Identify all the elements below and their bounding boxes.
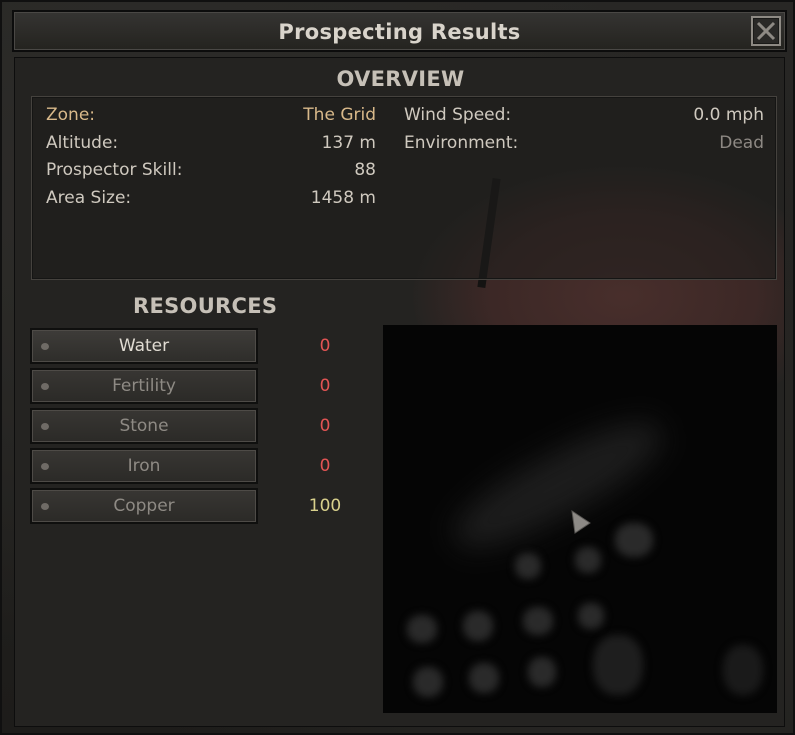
prospector-skill-label: Prospector Skill: xyxy=(46,160,183,180)
player-arrow-icon xyxy=(571,509,591,534)
map-structure xyxy=(413,667,443,697)
overview-row-prospector-skill: Prospector Skill: 88 xyxy=(46,160,376,188)
prospect-minimap[interactable] xyxy=(383,325,777,713)
wind-speed-label: Wind Speed: xyxy=(404,105,512,125)
map-structure xyxy=(469,663,499,693)
resource-button-copper[interactable]: Copper xyxy=(30,488,258,524)
resource-label: Iron xyxy=(127,456,161,476)
altitude-value: 137 m xyxy=(321,132,376,153)
map-structure xyxy=(615,523,653,557)
overview-right-column: Wind Speed: 0.0 mph Environment: Dead xyxy=(404,105,764,160)
overview-title: OVERVIEW xyxy=(336,67,465,91)
resource-label: Copper xyxy=(113,496,175,516)
resources-title: RESOURCES xyxy=(133,294,278,318)
resource-label: Fertility xyxy=(112,376,176,396)
resource-value-iron: 0 xyxy=(319,456,331,476)
resource-button-stone[interactable]: Stone xyxy=(30,408,258,444)
resource-value-copper: 100 xyxy=(308,496,342,516)
wind-speed-value: 0.0 mph xyxy=(693,105,764,125)
prospecting-results-window: Prospecting Results OVERVIEW Zone: The G… xyxy=(0,0,795,735)
overview-row-zone: Zone: The Grid xyxy=(46,105,376,133)
map-structure xyxy=(528,657,556,687)
environment-label: Environment: xyxy=(404,132,519,153)
zone-label: Zone: xyxy=(46,105,96,125)
map-structure xyxy=(515,553,541,579)
map-structure xyxy=(575,547,601,573)
map-structure xyxy=(523,607,553,635)
close-button[interactable] xyxy=(751,16,781,46)
map-terrain-patch xyxy=(593,635,643,695)
resource-label: Stone xyxy=(119,416,169,436)
map-structure xyxy=(578,603,604,629)
map-terrain-patch xyxy=(723,645,763,695)
zone-value: The Grid xyxy=(303,105,376,125)
environment-value: Dead xyxy=(719,132,764,153)
overview-left-column: Zone: The Grid Altitude: 137 m Prospecto… xyxy=(46,105,376,215)
overview-box: Zone: The Grid Altitude: 137 m Prospecto… xyxy=(31,96,777,280)
map-structure xyxy=(463,611,493,641)
area-size-label: Area Size: xyxy=(46,187,132,208)
resource-button-iron[interactable]: Iron xyxy=(30,448,258,484)
close-x-icon xyxy=(756,21,776,41)
resource-value-fertility: 0 xyxy=(319,376,331,396)
prospector-skill-value: 88 xyxy=(354,160,376,180)
overview-row-altitude: Altitude: 137 m xyxy=(46,133,376,161)
window-title: Prospecting Results xyxy=(278,20,521,44)
overview-row-environment: Environment: Dead xyxy=(404,133,764,161)
resource-button-water[interactable]: Water xyxy=(30,328,258,364)
altitude-label: Altitude: xyxy=(46,132,119,153)
resource-value-water: 0 xyxy=(319,336,331,356)
content-panel: OVERVIEW Zone: The Grid Altitude: 137 m … xyxy=(14,57,785,727)
resource-label: Water xyxy=(118,336,170,356)
map-structure xyxy=(407,615,437,643)
resource-button-fertility[interactable]: Fertility xyxy=(30,368,258,404)
title-bar: Prospecting Results xyxy=(12,10,787,52)
overview-row-wind-speed: Wind Speed: 0.0 mph xyxy=(404,105,764,133)
resource-value-stone: 0 xyxy=(319,416,331,436)
area-size-value: 1458 m xyxy=(310,187,376,208)
overview-row-area-size: Area Size: 1458 m xyxy=(46,188,376,216)
